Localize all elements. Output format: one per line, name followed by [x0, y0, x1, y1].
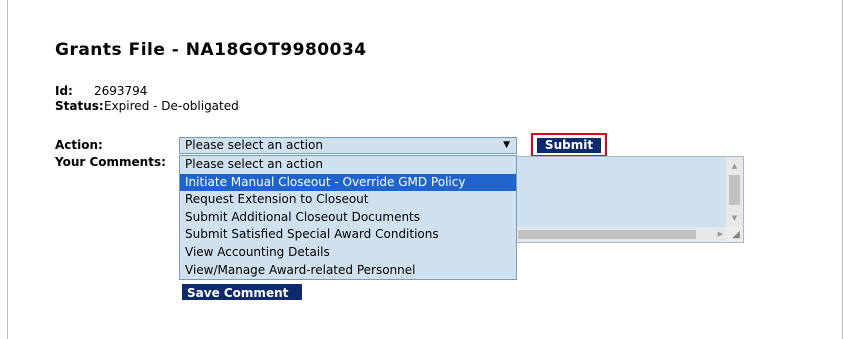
comments-label: Your Comments: — [55, 155, 166, 169]
dropdown-option[interactable]: Submit Satisfied Special Award Condition… — [180, 226, 516, 244]
id-label: Id: — [55, 84, 73, 98]
page-title: Grants File - NA18GOT9980034 — [55, 40, 367, 60]
dropdown-option[interactable]: Submit Additional Closeout Documents — [180, 209, 516, 227]
action-select-value: Please select an action — [185, 138, 323, 152]
vertical-scroll-thumb[interactable] — [729, 175, 740, 205]
status-value: Expired - De-obligated — [104, 99, 239, 113]
resize-grip-icon[interactable]: ◢ — [726, 227, 743, 242]
scroll-right-icon[interactable]: ▶ — [718, 227, 723, 242]
action-dropdown-list[interactable]: Please select an action Initiate Manual … — [179, 155, 517, 280]
submit-highlight-box: Submit — [531, 133, 607, 157]
horizontal-scroll-thumb[interactable] — [518, 230, 696, 239]
dropdown-option[interactable]: Please select an action — [180, 156, 516, 174]
scroll-up-icon[interactable]: ▲ — [726, 159, 743, 173]
dropdown-option-highlighted[interactable]: Initiate Manual Closeout - Override GMD … — [180, 173, 516, 192]
dropdown-option[interactable]: View Accounting Details — [180, 244, 516, 262]
action-label: Action: — [55, 138, 103, 152]
dropdown-arrow-icon[interactable]: ▼ — [503, 138, 510, 153]
save-comment-button[interactable]: Save Comment — [182, 284, 302, 300]
submit-button[interactable]: Submit — [537, 138, 601, 153]
dropdown-option[interactable]: Request Extension to Closeout — [180, 191, 516, 209]
scroll-down-icon[interactable]: ▼ — [726, 211, 743, 225]
status-label: Status: — [55, 99, 104, 113]
comments-vertical-scrollbar[interactable]: ▲ ▼ — [726, 157, 743, 227]
action-select[interactable]: Please select an action ▼ — [179, 137, 517, 154]
id-value: 2693794 — [94, 84, 148, 98]
dropdown-option[interactable]: View/Manage Award-related Personnel — [180, 262, 516, 280]
